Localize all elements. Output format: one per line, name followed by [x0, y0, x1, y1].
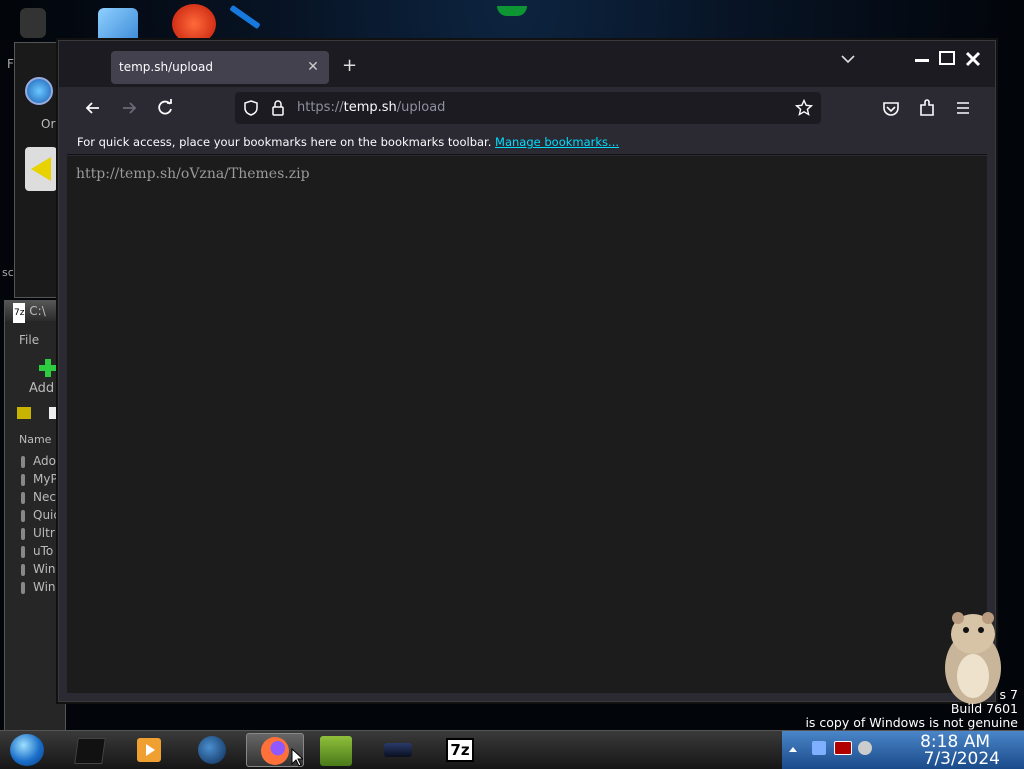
menu-hamburger-icon[interactable]	[949, 94, 977, 122]
list-item[interactable]: Ultr	[21, 526, 55, 540]
new-tab-icon[interactable]: +	[342, 55, 357, 76]
maximize-icon[interactable]	[939, 51, 955, 65]
lock-icon[interactable]	[271, 99, 285, 117]
clock-date[interactable]: 7/3/2024	[924, 749, 1000, 769]
list-item[interactable]: Win	[21, 562, 56, 576]
watermark-line1: s 7	[999, 687, 1018, 702]
list-item[interactable]: MyP	[21, 472, 58, 486]
background-stripe	[229, 4, 261, 30]
add-label[interactable]: Add	[29, 381, 54, 396]
bookmarks-toolbar: For quick access, place your bookmarks h…	[67, 129, 987, 155]
watermark-line3: is copy of Windows is not genuine	[805, 715, 1018, 730]
tab-active[interactable]: temp.sh/upload ✕	[111, 51, 329, 84]
list-item[interactable]: uTo	[21, 544, 53, 558]
back-icon[interactable]	[79, 94, 107, 122]
game-icon	[320, 736, 352, 766]
list-all-tabs-icon[interactable]	[841, 54, 855, 64]
manage-bookmarks-link[interactable]: Manage bookmarks...	[495, 135, 619, 149]
list-item[interactable]: Ado	[21, 454, 56, 468]
url-path: /upload	[396, 100, 446, 115]
7zip-title-text: C:\	[29, 304, 46, 318]
desktop-icon-p-app[interactable]	[172, 4, 216, 44]
url-host: temp.sh	[343, 100, 397, 115]
show-hidden-icons-icon[interactable]	[788, 745, 798, 753]
7zip-title-icon: 7z	[13, 303, 26, 323]
background-green-light	[497, 6, 527, 16]
black-box-icon	[74, 738, 106, 764]
desktop-text-sc: sc	[2, 266, 14, 279]
7zip-window-titlebar: 7z C:\	[5, 301, 65, 323]
desktop-text-f: F	[7, 57, 14, 71]
taskbar-app-black[interactable]	[62, 733, 114, 767]
network-icon[interactable]	[812, 741, 826, 755]
url-scheme: https://	[297, 100, 344, 115]
page-content: http://temp.sh/oVzna/Themes.zip	[67, 156, 987, 693]
taskbar: 7z 8:18 AM 7/3/2024	[0, 730, 1024, 769]
bookmark-star-icon[interactable]	[795, 99, 813, 117]
list-item[interactable]: Win	[21, 580, 56, 594]
pocket-icon[interactable]	[877, 94, 905, 122]
windows-watermark: s 7 Build 7601 is copy of Windows is not…	[805, 688, 1018, 730]
forward-icon[interactable]	[115, 94, 143, 122]
desktop-icon-folder[interactable]	[98, 8, 138, 44]
globe-icon	[198, 736, 226, 764]
minimize-icon[interactable]	[915, 59, 929, 62]
back-circle-icon[interactable]	[25, 77, 53, 105]
top-window-title: Or	[41, 117, 56, 131]
tracking-shield-icon[interactable]	[243, 100, 259, 116]
taskbar-globe-app[interactable]	[186, 733, 238, 767]
yellow-arrow-icon	[25, 147, 57, 191]
taskbar-media-player[interactable]	[124, 733, 176, 767]
taskbar-firefox[interactable]	[246, 733, 304, 767]
extensions-icon[interactable]	[913, 94, 941, 122]
taskbar-game-app[interactable]	[310, 733, 362, 767]
add-plus-icon[interactable]	[39, 359, 57, 377]
firefox-icon	[261, 737, 289, 765]
tab-title: temp.sh/upload	[119, 60, 213, 74]
background-window-7zip[interactable]: 7z C:\ File Add Name Ado MyP Nec Quic Ul…	[4, 300, 66, 730]
url-text[interactable]: https://temp.sh/upload	[297, 92, 445, 124]
menu-file[interactable]: File	[19, 333, 39, 347]
list-item[interactable]: Quic	[21, 508, 60, 522]
media-player-icon	[137, 738, 161, 762]
windows-orb-icon	[10, 734, 44, 766]
taskbar-dark-app[interactable]	[372, 733, 424, 767]
bookmarks-message: For quick access, place your bookmarks h…	[77, 135, 492, 149]
action-center-flag-icon[interactable]	[834, 741, 852, 755]
close-window-icon[interactable]	[965, 51, 981, 67]
upload-result-url[interactable]: http://temp.sh/oVzna/Themes.zip	[76, 166, 310, 182]
url-bar[interactable]: https://temp.sh/upload	[235, 92, 821, 124]
desktop-icon-dark[interactable]	[20, 8, 46, 38]
volume-icon[interactable]	[858, 741, 872, 755]
column-name[interactable]: Name	[19, 433, 51, 446]
mouse-cursor-icon	[291, 748, 303, 767]
tab-strip: temp.sh/upload ✕ +	[59, 41, 995, 87]
reload-icon[interactable]	[151, 94, 179, 122]
tab-close-icon[interactable]: ✕	[303, 51, 323, 84]
watermark-line2: Build 7601	[950, 701, 1018, 716]
start-button[interactable]	[2, 733, 54, 767]
folder-up-icon[interactable]	[17, 407, 31, 419]
7zip-icon: 7z	[446, 738, 474, 762]
taskbar-7zip[interactable]: 7z	[434, 733, 486, 767]
dark-app-icon	[384, 743, 412, 757]
list-item[interactable]: Nec	[21, 490, 56, 504]
navigation-toolbar: https://temp.sh/upload	[67, 88, 987, 128]
firefox-window: temp.sh/upload ✕ + https://temp.sh/uploa…	[58, 40, 996, 702]
system-tray: 8:18 AM 7/3/2024	[782, 731, 1024, 769]
